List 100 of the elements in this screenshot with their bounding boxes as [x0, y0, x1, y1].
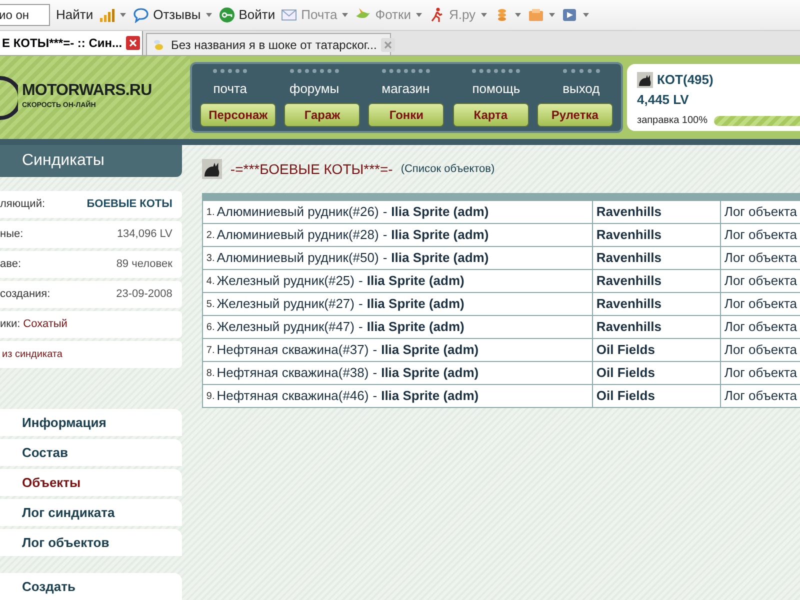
- dash-separator: -: [358, 272, 363, 290]
- cat-avatar-icon: [202, 159, 222, 179]
- location-cell: Ravenhills: [593, 247, 722, 269]
- info-value: 23-09-2008: [116, 287, 172, 302]
- caret-icon[interactable]: [204, 11, 213, 20]
- caret-icon[interactable]: [341, 11, 350, 20]
- sidebar-menu-item[interactable]: Лог объектов: [0, 529, 182, 556]
- location-cell: Ravenhills: [593, 201, 722, 223]
- nav-button[interactable]: Гараж: [284, 102, 360, 127]
- info-label: ики:: [0, 317, 20, 332]
- row-number: 1.: [206, 206, 215, 220]
- dash-separator: -: [358, 295, 363, 314]
- object-name: Нефтяная скважина(#46): [216, 387, 369, 406]
- object-log-link[interactable]: Лог объекта: [724, 271, 797, 291]
- dash-separator: -: [372, 387, 378, 406]
- sidebar-menu-item[interactable]: Состав: [0, 439, 182, 466]
- owner-link[interactable]: Ilia Sprite (adm): [391, 225, 489, 245]
- browser-tab[interactable]: Е КОТЫ***=- :: Син...: [0, 31, 143, 56]
- location-cell: Ravenhills: [593, 316, 722, 338]
- row-number: 2.: [206, 228, 215, 242]
- page-subtitle: (Список объектов): [400, 162, 495, 177]
- row-number: 5.: [206, 298, 215, 312]
- toolbar-link[interactable]: Отзывы: [153, 5, 201, 25]
- object-name: Алюминиевый рудник(#28): [216, 226, 379, 244]
- owner-link[interactable]: Ilia Sprite (adm): [366, 294, 464, 314]
- dash-separator: -: [358, 318, 363, 336]
- object-log-link[interactable]: Лог объекта: [724, 340, 797, 360]
- nav-link[interactable]: выход: [562, 68, 600, 98]
- logo-text[interactable]: MOTORWARS.RU: [22, 83, 152, 100]
- fuel-label: заправка 100%: [637, 114, 708, 128]
- nav-link[interactable]: помощь: [472, 68, 520, 98]
- object-log-link[interactable]: Лог объекта: [724, 248, 797, 268]
- search-field[interactable]: ио он: [0, 4, 50, 26]
- object-log-link[interactable]: Лог объекта: [724, 317, 797, 337]
- object-name: Алюминиевый рудник(#26): [216, 203, 379, 222]
- close-icon[interactable]: [380, 38, 395, 52]
- info-label: аве:: [0, 257, 22, 272]
- envelope-icon[interactable]: [281, 7, 298, 24]
- info-value: 134,096 LV: [116, 227, 172, 242]
- signal-bars-icon[interactable]: [99, 7, 116, 24]
- close-icon[interactable]: [126, 36, 140, 50]
- cat-avatar-icon: [637, 72, 653, 88]
- owner-link[interactable]: Ilia Sprite (adm): [391, 202, 489, 222]
- nav-link[interactable]: магазин: [382, 68, 430, 98]
- row-number: 3.: [206, 252, 215, 266]
- object-name: Железный рудник(#27): [216, 295, 354, 314]
- tab-title: Без названия я в шоке от татарског...: [171, 36, 377, 54]
- dash-separator: -: [372, 364, 378, 382]
- speech-bubble-icon[interactable]: [133, 7, 150, 24]
- leader-link[interactable]: Сохатый: [23, 316, 68, 333]
- owner-link[interactable]: Ilia Sprite (adm): [381, 363, 479, 383]
- owner-link[interactable]: Ilia Sprite (adm): [381, 386, 479, 406]
- row-number: 6.: [206, 320, 215, 334]
- info-value: БОЕВЫЕ КОТЫ: [86, 197, 172, 212]
- object-log-link[interactable]: Лог объекта: [724, 294, 797, 314]
- object-log-link[interactable]: Лог объекта: [724, 202, 797, 222]
- dash-separator: -: [382, 249, 388, 268]
- tab-title: Е КОТЫ***=- :: Син...: [2, 35, 122, 52]
- object-log-link[interactable]: Лог объекта: [724, 386, 797, 406]
- caret-icon[interactable]: [119, 11, 128, 20]
- owner-link[interactable]: Ilia Sprite (adm): [366, 271, 464, 291]
- object-log-link[interactable]: Лог объекта: [724, 225, 797, 245]
- create-button[interactable]: Создать: [0, 573, 182, 600]
- object-name: Алюминиевый рудник(#50): [216, 249, 379, 268]
- caret-icon[interactable]: [480, 11, 488, 20]
- info-label: ляющий:: [0, 197, 46, 212]
- user-name[interactable]: КОТ(495): [657, 70, 714, 90]
- owner-link[interactable]: Ilia Sprite (adm): [391, 248, 489, 268]
- sidebar-menu-item[interactable]: Лог синдиката: [0, 499, 182, 526]
- user-balance: 4,445 LV: [637, 90, 690, 109]
- toolbar-link[interactable]: Войти: [238, 5, 276, 25]
- dash-separator: -: [382, 203, 388, 222]
- caret-icon[interactable]: [582, 11, 590, 20]
- caret-icon[interactable]: [414, 11, 423, 20]
- nav-button[interactable]: Персонаж: [200, 102, 276, 127]
- object-name: Железный рудник(#47): [216, 318, 354, 336]
- nav-button[interactable]: Гонки: [368, 102, 444, 127]
- nav-link[interactable]: форумы: [290, 68, 340, 98]
- location-cell: Oil Fields: [593, 339, 722, 361]
- nav-link[interactable]: почта: [213, 68, 248, 98]
- owner-link[interactable]: Ilia Sprite (adm): [381, 340, 479, 360]
- running-person-icon[interactable]: [428, 7, 445, 24]
- location-cell: Oil Fields: [593, 385, 722, 407]
- syndicate-title: -=***БОЕВЫЕ КОТЫ***=-: [230, 160, 393, 178]
- sidebar-menu-item[interactable]: Информация: [0, 409, 182, 436]
- row-number: 8.: [206, 366, 215, 380]
- object-name: Нефтяная скважина(#37): [216, 341, 369, 360]
- caret-icon[interactable]: [514, 11, 522, 20]
- owner-link[interactable]: Ilia Sprite (adm): [366, 317, 464, 337]
- sidebar-menu-item[interactable]: Объекты: [0, 469, 182, 496]
- location-cell: Oil Fields: [593, 362, 722, 384]
- leave-link[interactable]: из синдиката: [0, 347, 62, 362]
- nav-button[interactable]: Карта: [452, 102, 529, 127]
- key-icon[interactable]: [218, 7, 235, 24]
- object-log-link[interactable]: Лог объекта: [724, 363, 797, 383]
- nav-button[interactable]: Рулетка: [536, 102, 613, 127]
- info-value: 89 человек: [116, 257, 172, 272]
- caret-icon[interactable]: [548, 11, 556, 20]
- location-cell: Ravenhills: [593, 270, 722, 292]
- search-button[interactable]: Найти: [56, 5, 94, 25]
